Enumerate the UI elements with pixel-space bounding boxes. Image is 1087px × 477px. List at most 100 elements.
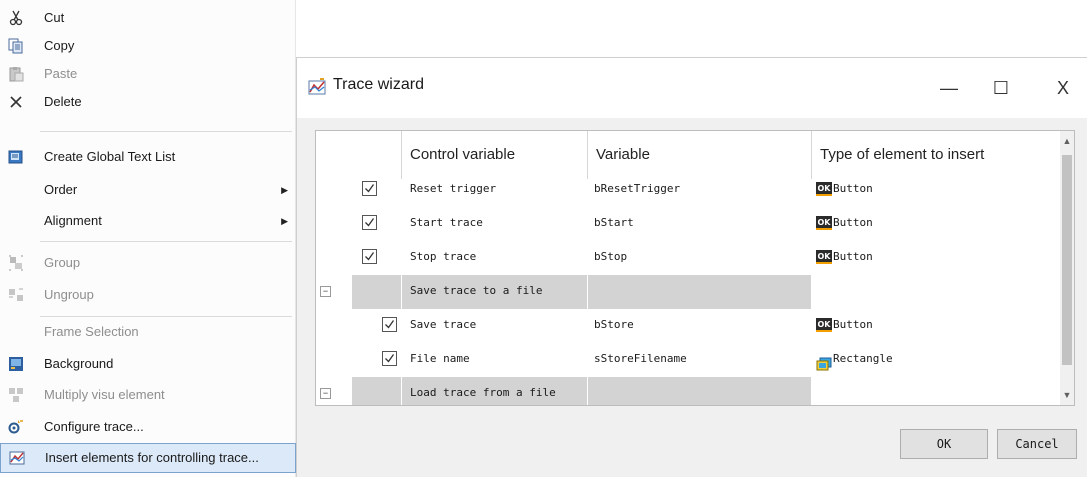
dialog-title: Trace wizard — [333, 76, 424, 93]
button-element-icon: OK — [816, 250, 832, 264]
variable-cell[interactable]: sStoreFilename — [594, 343, 687, 377]
rectangle-element-icon — [816, 352, 832, 371]
menu-item-background[interactable]: Background — [0, 350, 296, 378]
menu-item-label: Copy — [44, 38, 75, 53]
paste-icon — [8, 66, 24, 82]
table-row[interactable]: Start trace bStart OK Button — [316, 207, 1062, 241]
trace-icon — [9, 450, 25, 466]
group-row-cell — [352, 377, 402, 405]
ok-button[interactable]: OK — [900, 429, 988, 459]
group-row-save-trace[interactable]: − Save trace to a file — [316, 275, 1062, 309]
menu-separator — [40, 131, 292, 132]
header-variable[interactable]: Variable — [588, 131, 812, 179]
row-checkbox[interactable] — [382, 317, 397, 332]
menu-item-paste[interactable]: Paste — [0, 60, 296, 88]
table-row[interactable]: Save trace bStore OK Button — [316, 309, 1062, 343]
text-list-icon — [8, 149, 24, 165]
table-row[interactable]: Stop trace bStop OK Button — [316, 241, 1062, 275]
variable-cell[interactable]: bStart — [594, 207, 634, 241]
element-type-cell[interactable]: Rectangle — [816, 343, 893, 377]
ungroup-icon — [8, 287, 24, 303]
element-type-label: Rectangle — [833, 352, 893, 365]
group-row-cell — [352, 275, 402, 309]
group-label: Load trace from a file — [402, 377, 588, 405]
control-variable-cell: Save trace — [410, 318, 477, 331]
menu-item-ungroup[interactable]: Ungroup — [0, 281, 296, 309]
menu-item-label: Configure trace... — [44, 419, 144, 434]
row-checkbox[interactable] — [362, 215, 377, 230]
scroll-up-icon[interactable]: ▲ — [1060, 133, 1074, 149]
menu-item-label: Create Global Text List — [44, 149, 176, 164]
menu-item-label: Paste — [44, 66, 78, 81]
element-type-cell[interactable]: OK Button — [816, 207, 873, 241]
delete-icon — [8, 94, 24, 110]
menu-item-cut[interactable]: Cut — [0, 4, 296, 32]
menu-item-label: Ungroup — [44, 287, 94, 302]
title-bar[interactable]: Trace wizard — ☐ X — [297, 58, 1087, 118]
control-variable-cell: File name — [410, 352, 470, 365]
table-row[interactable]: Reset trigger bResetTrigger OK Button — [316, 173, 1062, 207]
control-variable-cell: Reset trigger — [410, 182, 497, 195]
collapse-toggle-icon[interactable]: − — [320, 388, 331, 399]
menu-item-frame-selection[interactable]: Frame Selection — [0, 318, 296, 346]
element-type-label: Button — [833, 250, 873, 263]
table-row[interactable]: File name sStoreFilename Rectangle — [316, 343, 1062, 377]
variable-cell[interactable]: bResetTrigger — [594, 173, 680, 207]
scrollbar-thumb[interactable] — [1062, 155, 1072, 365]
menu-item-label: Background — [44, 356, 114, 371]
group-icon — [8, 255, 24, 271]
element-type-cell[interactable]: OK Button — [816, 173, 873, 207]
button-element-icon: OK — [816, 216, 832, 230]
menu-separator — [40, 316, 292, 317]
menu-item-copy[interactable]: Copy — [0, 32, 296, 60]
trace-wizard-icon — [308, 78, 326, 96]
cancel-button[interactable]: Cancel — [997, 429, 1077, 459]
background-icon — [8, 356, 24, 372]
element-type-label: Button — [833, 216, 873, 229]
submenu-arrow-icon: ▶ — [281, 216, 288, 226]
vertical-scrollbar[interactable]: ▲ ▼ — [1060, 131, 1074, 405]
group-row-load-trace[interactable]: − Load trace from a file — [316, 377, 1062, 405]
submenu-arrow-icon: ▶ — [281, 185, 288, 195]
control-variable-cell: Stop trace — [410, 250, 477, 263]
trace-wizard-dialog: Trace wizard — ☐ X Control variable Vari… — [296, 57, 1087, 477]
menu-separator — [40, 241, 292, 242]
header-control-variable[interactable]: Control variable — [402, 131, 588, 179]
element-type-label: Button — [833, 318, 873, 331]
minimize-button[interactable]: — — [929, 70, 969, 106]
group-label: Save trace to a file — [402, 275, 588, 309]
menu-item-label: Delete — [44, 94, 82, 109]
element-type-cell[interactable]: OK Button — [816, 309, 873, 343]
header-type-of-element[interactable]: Type of element to insert — [812, 131, 1062, 179]
context-menu: Cut Copy Paste Delete Create Global Text… — [0, 0, 296, 477]
element-type-label: Button — [833, 182, 873, 195]
multiply-icon — [8, 387, 24, 403]
menu-item-multiply-visu-element[interactable]: Multiply visu element — [0, 381, 296, 409]
menu-item-label: Frame Selection — [44, 324, 139, 339]
collapse-toggle-icon[interactable]: − — [320, 286, 331, 297]
variable-cell[interactable]: bStore — [594, 309, 634, 343]
menu-item-alignment[interactable]: Alignment ▶ — [0, 207, 296, 235]
row-checkbox[interactable] — [362, 249, 377, 264]
scissors-icon — [8, 10, 24, 26]
control-variable-cell: Start trace — [410, 216, 483, 229]
element-type-cell[interactable]: OK Button — [816, 241, 873, 275]
row-checkbox[interactable] — [362, 181, 377, 196]
menu-item-create-global-text-list[interactable]: Create Global Text List — [0, 143, 296, 171]
menu-item-delete[interactable]: Delete — [0, 88, 296, 116]
scroll-down-icon[interactable]: ▼ — [1060, 387, 1074, 403]
copy-icon — [8, 38, 24, 54]
menu-item-insert-elements-for-controlling-trace[interactable]: Insert elements for controlling trace... — [0, 443, 296, 473]
menu-item-label: Insert elements for controlling trace... — [45, 450, 259, 465]
button-element-icon: OK — [816, 182, 832, 196]
button-element-icon: OK — [816, 318, 832, 332]
close-button[interactable]: X — [1043, 70, 1083, 106]
configure-trace-icon — [8, 419, 24, 435]
menu-item-group[interactable]: Group — [0, 249, 296, 277]
menu-item-order[interactable]: Order ▶ — [0, 176, 296, 204]
maximize-button[interactable]: ☐ — [981, 70, 1021, 106]
menu-item-label: Multiply visu element — [44, 387, 165, 402]
menu-item-configure-trace[interactable]: Configure trace... — [0, 413, 296, 441]
row-checkbox[interactable] — [382, 351, 397, 366]
variable-cell[interactable]: bStop — [594, 241, 627, 275]
